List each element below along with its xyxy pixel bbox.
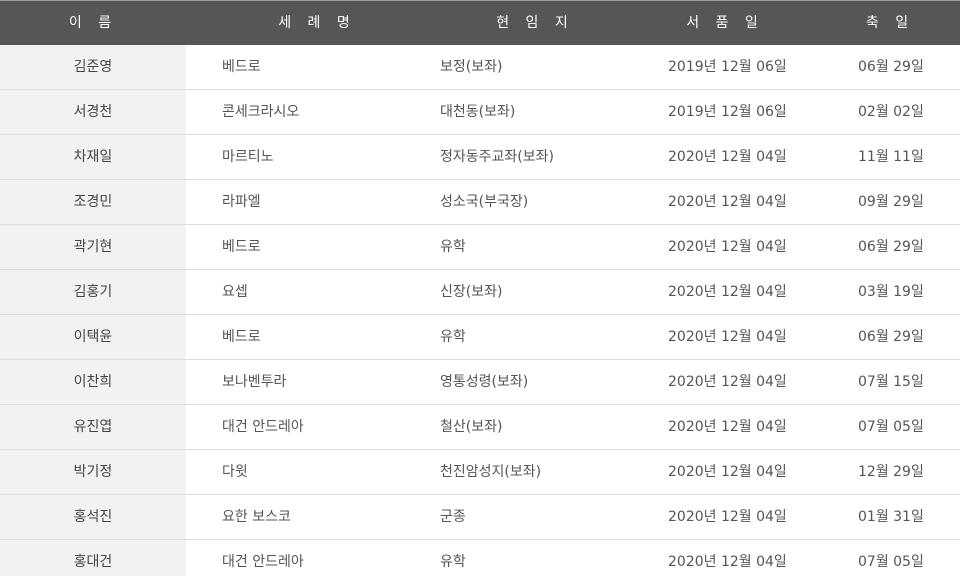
cell-ordination-date: 2020년 12월 04일 xyxy=(668,284,787,300)
cell-ordination-date: 2020년 12월 04일 xyxy=(668,374,787,390)
table-row: 김준영 베드로 보정(보좌) 2019년 12월 06일 06월 29일 xyxy=(0,45,960,90)
cell-feast-day: 12월 29일 xyxy=(858,464,924,480)
header-current-post: 현 임 지 xyxy=(496,15,574,31)
cell-baptismal-name: 보나벤투라 xyxy=(222,374,287,390)
table-row: 홍대건 대건 안드레아 유학 2020년 12월 04일 07월 05일 xyxy=(0,540,960,576)
cell-name: 홍석진 xyxy=(0,495,186,539)
header-feast-day: 축 일 xyxy=(865,15,915,31)
cell-ordination-date: 2020년 12월 04일 xyxy=(668,464,787,480)
cell-ordination-date: 2019년 12월 06일 xyxy=(668,59,787,75)
cell-current-post: 유학 xyxy=(440,554,466,570)
cell-current-post: 영통성령(보좌) xyxy=(440,374,529,390)
cell-baptismal-name: 대건 안드레아 xyxy=(222,419,304,435)
cell-current-post: 군종 xyxy=(440,509,466,525)
cell-name: 이찬희 xyxy=(0,360,186,404)
cell-current-post: 정자동주교좌(보좌) xyxy=(440,149,554,165)
table-row: 박기정 다윗 천진암성지(보좌) 2020년 12월 04일 12월 29일 xyxy=(0,450,960,495)
table-row: 유진엽 대건 안드레아 철산(보좌) 2020년 12월 04일 07월 05일 xyxy=(0,405,960,450)
cell-ordination-date: 2020년 12월 04일 xyxy=(668,239,787,255)
cell-baptismal-name: 마르티노 xyxy=(222,149,274,165)
table-header: 이 름 세 례 명 현 임 지 서 품 일 축 일 xyxy=(0,0,960,45)
cell-name: 김홍기 xyxy=(0,270,186,314)
cell-feast-day: 02월 02일 xyxy=(858,104,924,120)
cell-baptismal-name: 베드로 xyxy=(222,239,261,255)
cell-ordination-date: 2020년 12월 04일 xyxy=(668,419,787,435)
table-row: 조경민 라파엘 성소국(부국장) 2020년 12월 04일 09월 29일 xyxy=(0,180,960,225)
header-name: 이 름 xyxy=(68,15,118,31)
table-row: 서경천 콘세크라시오 대천동(보좌) 2019년 12월 06일 02월 02일 xyxy=(0,90,960,135)
header-ordination-date: 서 품 일 xyxy=(686,15,764,31)
cell-feast-day: 09월 29일 xyxy=(858,194,924,210)
table-row: 차재일 마르티노 정자동주교좌(보좌) 2020년 12월 04일 11월 11일 xyxy=(0,135,960,180)
cell-current-post: 철산(보좌) xyxy=(440,419,503,435)
cell-name: 홍대건 xyxy=(0,540,186,576)
cell-feast-day: 03월 19일 xyxy=(858,284,924,300)
table-body: 김준영 베드로 보정(보좌) 2019년 12월 06일 06월 29일 서경천 콘세크라시… xyxy=(0,45,960,576)
cell-ordination-date: 2019년 12월 06일 xyxy=(668,104,787,120)
cell-ordination-date: 2020년 12월 04일 xyxy=(668,509,787,525)
cell-name: 김준영 xyxy=(0,45,186,89)
table-row: 이택윤 베드로 유학 2020년 12월 04일 06월 29일 xyxy=(0,315,960,360)
cell-feast-day: 06월 29일 xyxy=(858,329,924,345)
cell-ordination-date: 2020년 12월 04일 xyxy=(668,329,787,345)
cell-current-post: 성소국(부국장) xyxy=(440,194,529,210)
cell-current-post: 유학 xyxy=(440,239,466,255)
table-row: 이찬희 보나벤투라 영통성령(보좌) 2020년 12월 04일 07월 15일 xyxy=(0,360,960,405)
cell-feast-day: 07월 05일 xyxy=(858,554,924,570)
cell-baptismal-name: 베드로 xyxy=(222,329,261,345)
cell-name: 박기정 xyxy=(0,450,186,494)
cell-baptismal-name: 베드로 xyxy=(222,59,261,75)
cell-name: 서경천 xyxy=(0,90,186,134)
cell-baptismal-name: 요셉 xyxy=(222,284,248,300)
header-baptismal-name: 세 례 명 xyxy=(278,15,356,31)
cell-feast-day: 01월 31일 xyxy=(858,509,924,525)
cell-current-post: 신장(보좌) xyxy=(440,284,503,300)
cell-current-post: 천진암성지(보좌) xyxy=(440,464,542,480)
cell-name: 유진엽 xyxy=(0,405,186,449)
cell-feast-day: 06월 29일 xyxy=(858,239,924,255)
cell-feast-day: 07월 05일 xyxy=(858,419,924,435)
cell-current-post: 대천동(보좌) xyxy=(440,104,516,120)
cell-baptismal-name: 라파엘 xyxy=(222,194,261,210)
cell-baptismal-name: 대건 안드레아 xyxy=(222,554,304,570)
cell-name: 조경민 xyxy=(0,180,186,224)
cell-feast-day: 07월 15일 xyxy=(858,374,924,390)
cell-current-post: 보정(보좌) xyxy=(440,59,503,75)
cell-baptismal-name: 다윗 xyxy=(222,464,248,480)
table-row: 김홍기 요셉 신장(보좌) 2020년 12월 04일 03월 19일 xyxy=(0,270,960,315)
cell-feast-day: 06월 29일 xyxy=(858,59,924,75)
cell-ordination-date: 2020년 12월 04일 xyxy=(668,194,787,210)
cell-ordination-date: 2020년 12월 04일 xyxy=(668,554,787,570)
cell-feast-day: 11월 11일 xyxy=(858,149,924,165)
cell-name: 차재일 xyxy=(0,135,186,179)
cell-current-post: 유학 xyxy=(440,329,466,345)
cell-baptismal-name: 요한 보스코 xyxy=(222,509,291,525)
cell-name: 곽기현 xyxy=(0,225,186,269)
priest-table: 이 름 세 례 명 현 임 지 서 품 일 축 일 김준영 베드로 보정(보좌) 20… xyxy=(0,0,960,576)
table-row: 곽기현 베드로 유학 2020년 12월 04일 06월 29일 xyxy=(0,225,960,270)
cell-baptismal-name: 콘세크라시오 xyxy=(222,104,300,120)
table-row: 홍석진 요한 보스코 군종 2020년 12월 04일 01월 31일 xyxy=(0,495,960,540)
cell-name: 이택윤 xyxy=(0,315,186,359)
cell-ordination-date: 2020년 12월 04일 xyxy=(668,149,787,165)
